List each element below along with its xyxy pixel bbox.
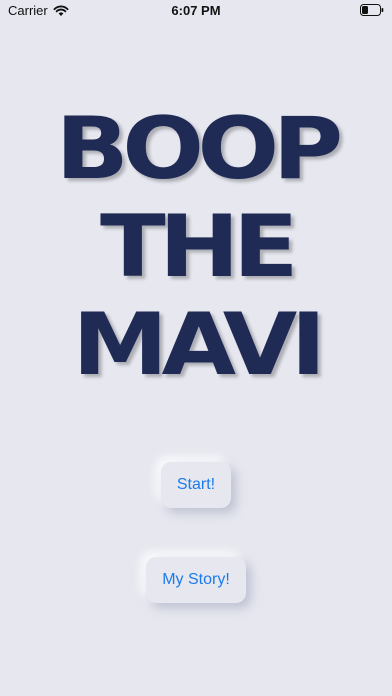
app-logo: BOOP THE MAVI xyxy=(0,100,392,400)
battery-icon xyxy=(360,4,384,16)
logo-line-the: THE xyxy=(100,197,299,297)
start-button[interactable]: Start! xyxy=(161,462,231,508)
status-bar: Carrier 6:07 PM xyxy=(0,0,392,22)
logo-line-mavi: MAVI xyxy=(72,295,326,395)
status-time: 6:07 PM xyxy=(171,3,221,18)
logo-line-boop: BOOP xyxy=(55,99,344,199)
my-story-button[interactable]: My Story! xyxy=(146,557,246,603)
